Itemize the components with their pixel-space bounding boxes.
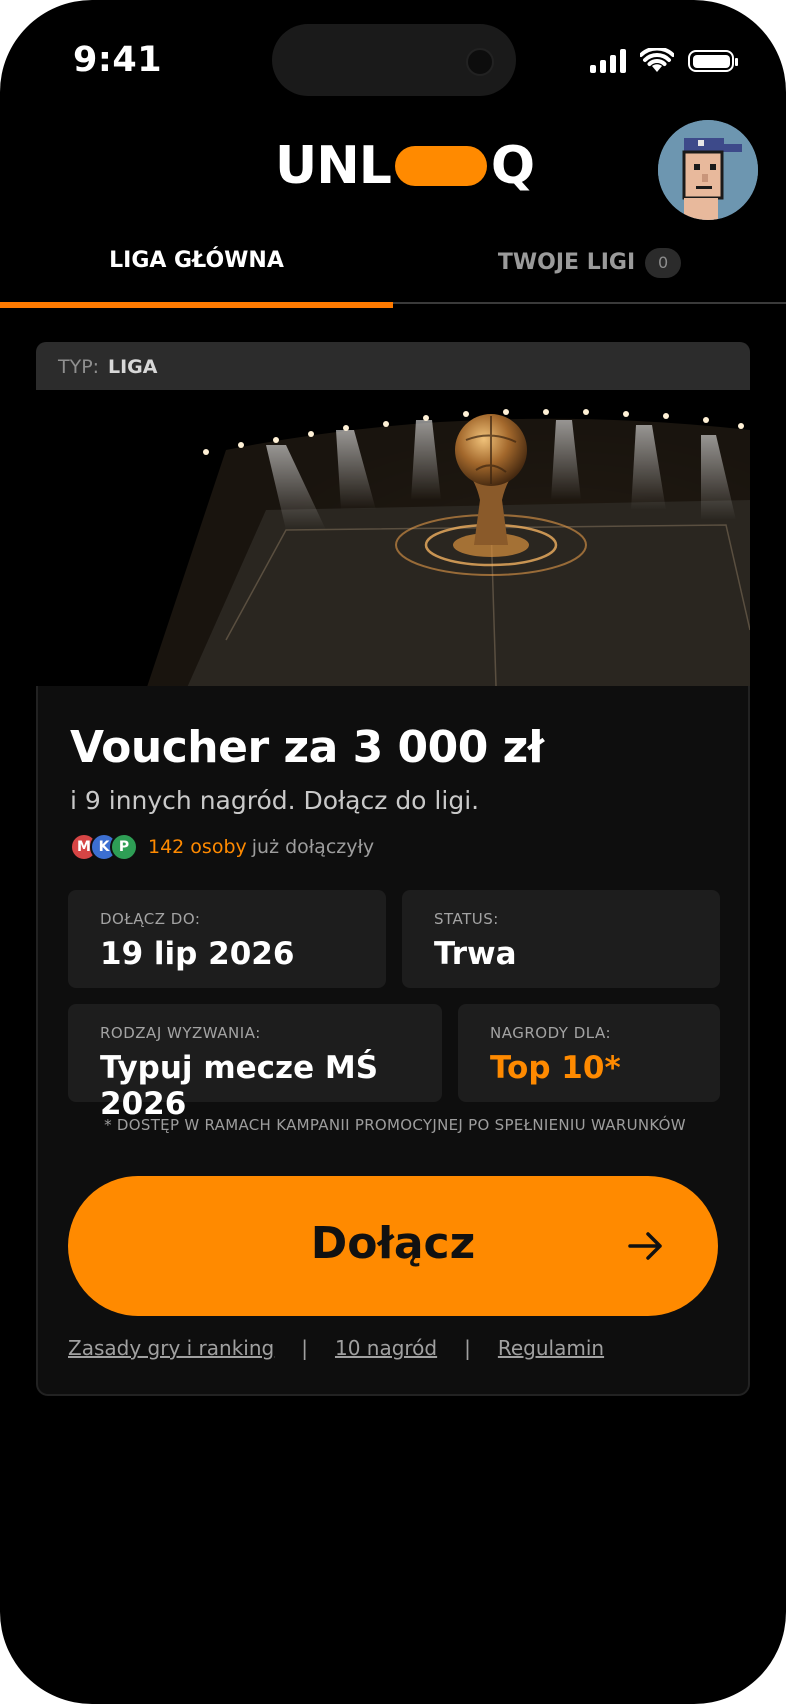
signal-icon [590,49,626,73]
tab-main-league[interactable]: LIGA GŁÓWNA [0,248,393,273]
status-time: 9:41 [73,40,163,80]
league-tabs: LIGA GŁÓWNA TWOJE LIGI 0 [0,230,786,310]
battery-icon [688,50,738,72]
app-logo[interactable]: UNL Q [275,136,535,196]
participant-avatar: P [110,833,138,861]
dynamic-island [272,24,516,96]
challenge-label: RODZAJ WYZWANIA: [100,1024,261,1042]
participant-avatars: M K P [70,833,138,861]
card-title: Voucher za 3 000 zł [70,722,544,773]
tab-main-league-label: LIGA GŁÓWNA [109,248,284,273]
status-value: Trwa [434,936,517,972]
active-tab-indicator [0,302,393,308]
pixel-avatar-icon [658,120,758,220]
league-type-bar: TYP: LIGA [36,342,750,390]
user-avatar[interactable] [658,120,758,220]
arrow-right-icon [628,1232,662,1260]
league-card: Voucher za 3 000 zł i 9 innych nagród. D… [36,686,750,1396]
prizes-box: NAGRODY DLA: Top 10* [458,1004,720,1102]
challenge-value: Typuj mecze MŚ 2026 [100,1050,379,1122]
tab-your-leagues[interactable]: TWOJE LIGI 0 [393,248,786,278]
phone-screen: 9:41 UNL Q LIGA GŁÓWNA TWOJE LIGI 0 TYP:… [0,0,786,1704]
logo-pill [394,146,487,186]
tab-your-leagues-label: TWOJE LIGI [497,250,636,275]
type-label: TYP: [58,356,100,378]
promo-disclaimer: * DOSTĘP W RAMACH KAMPANII PROMOCYJNEJ P… [104,1116,686,1134]
card-links: Zasady gry i ranking | 10 nagród | Regul… [68,1336,604,1360]
status-label: STATUS: [434,910,499,928]
camera-icon [466,48,494,76]
prizes-link[interactable]: 10 nagród [335,1336,437,1360]
prizes-label: NAGRODY DLA: [490,1024,612,1042]
link-separator: | [464,1336,471,1360]
joined-text: już dołączyły [251,836,375,858]
logo-text-right: Q [490,136,535,196]
join-button-label: Dołącz [310,1218,476,1269]
join-button[interactable]: Dołącz [68,1176,718,1316]
joined-participants: M K P 142 osoby już dołączyły [70,832,374,862]
wifi-icon [640,48,674,72]
type-value: LIGA [108,356,158,378]
joined-count: 142 osoby [148,836,247,858]
join-until-box: DOŁĄCZ DO: 19 lip 2026 [68,890,386,988]
your-leagues-count-badge: 0 [645,248,682,278]
rules-link[interactable]: Zasady gry i ranking [68,1336,274,1360]
logo-text-left: UNL [275,136,392,196]
prizes-value: Top 10* [490,1050,621,1086]
challenge-box: RODZAJ WYZWANIA: Typuj mecze MŚ 2026 [68,1004,442,1122]
join-until-label: DOŁĄCZ DO: [100,910,201,928]
terms-link[interactable]: Regulamin [498,1336,604,1360]
link-separator: | [301,1336,308,1360]
join-until-value: 19 lip 2026 [100,936,295,972]
stadium-trophy-image [36,390,750,686]
card-subtitle: i 9 innych nagród. Dołącz do ligi. [70,786,480,815]
status-box: STATUS: Trwa [402,890,720,988]
status-icons [590,46,738,76]
